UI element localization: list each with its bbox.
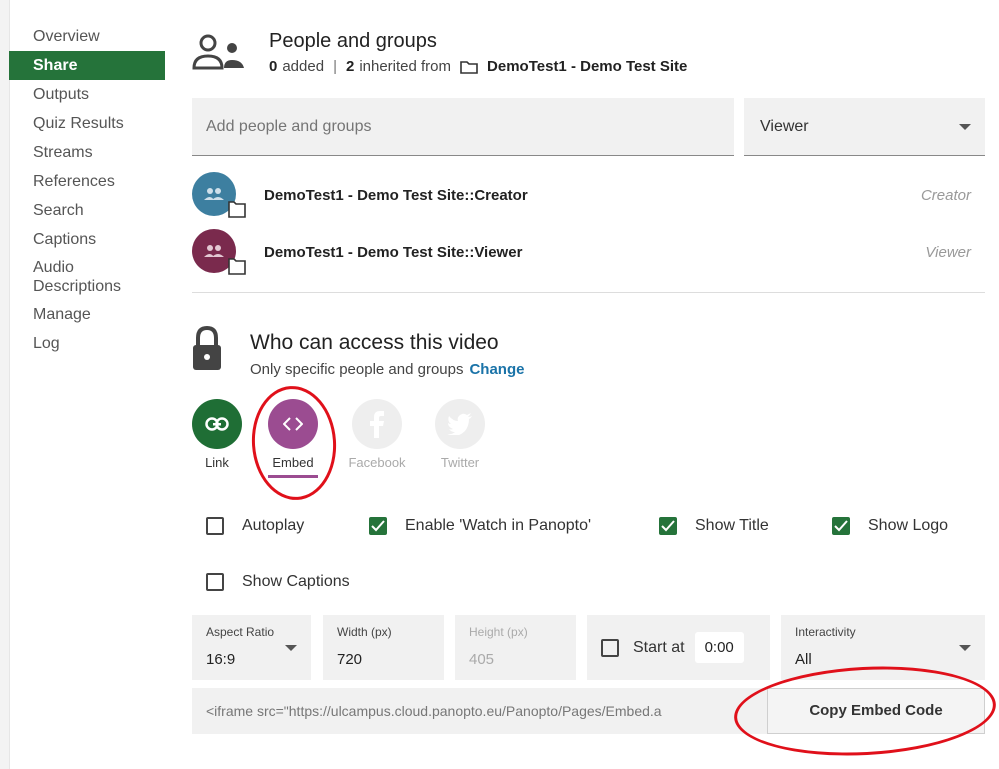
aspect-ratio-value: 16:9 xyxy=(206,651,236,668)
sidebar-item-search[interactable]: Search xyxy=(9,196,165,225)
show-title-option[interactable]: Show Title xyxy=(659,517,769,535)
facebook-icon xyxy=(370,411,384,438)
twitter-share-button[interactable] xyxy=(435,399,485,449)
group-avatar-creator xyxy=(192,172,248,218)
group-role-creator: Creator xyxy=(920,187,971,204)
sidebar-nav: Overview Share Outputs Quiz Results Stre… xyxy=(9,22,165,358)
show-title-label: Show Title xyxy=(695,517,769,534)
copy-embed-code-button[interactable]: Copy Embed Code xyxy=(767,688,985,734)
added-count: 0 xyxy=(269,58,278,75)
embed-code-field[interactable]: <iframe src="https://ulcampus.cloud.pano… xyxy=(192,688,767,734)
folder-icon xyxy=(460,60,478,74)
checkmark-icon xyxy=(371,520,385,532)
people-icon xyxy=(192,34,248,74)
watch-in-panopto-option[interactable]: Enable 'Watch in Panopto' xyxy=(369,517,591,535)
access-subtitle: Only specific people and groups xyxy=(250,361,464,378)
aspect-ratio-select[interactable]: Aspect Ratio 16:9 xyxy=(192,615,311,680)
show-captions-checkbox[interactable] xyxy=(206,573,224,591)
height-value: 405 xyxy=(469,651,495,668)
access-subtitle-row: Only specific people and groups Change xyxy=(250,361,524,378)
sidebar-item-outputs[interactable]: Outputs xyxy=(9,80,165,109)
sidebar-item-quiz-results[interactable]: Quiz Results xyxy=(9,109,165,138)
add-people-input[interactable] xyxy=(192,98,734,155)
chevron-down-icon xyxy=(959,124,971,130)
group-name-creator: DemoTest1 - Demo Test Site::Creator xyxy=(264,187,528,204)
interactivity-label: Interactivity xyxy=(795,625,856,639)
checkmark-icon xyxy=(834,520,848,532)
sidebar-item-streams[interactable]: Streams xyxy=(9,138,165,167)
group-name-viewer: DemoTest1 - Demo Test Site::Viewer xyxy=(264,244,523,261)
added-text: added xyxy=(282,58,325,75)
group-avatar-viewer xyxy=(192,229,248,275)
code-icon xyxy=(283,417,303,431)
sidebar-item-share[interactable]: Share xyxy=(9,51,165,80)
sidebar-item-log[interactable]: Log xyxy=(9,329,165,358)
width-field[interactable]: Width (px) 720 xyxy=(323,615,444,680)
interactivity-select[interactable]: Interactivity All xyxy=(781,615,985,680)
lock-icon xyxy=(192,325,222,372)
start-at-checkbox[interactable] xyxy=(601,638,619,657)
summary-separator: | xyxy=(333,58,337,75)
link-share-label: Link xyxy=(205,455,229,470)
twitter-icon xyxy=(447,413,472,435)
inherited-text: inherited from xyxy=(359,58,452,75)
show-logo-checkbox[interactable] xyxy=(832,517,850,535)
facebook-share-label: Facebook xyxy=(348,455,406,470)
embed-share-label: Embed xyxy=(272,455,314,470)
inherited-count: 2 xyxy=(345,58,355,75)
autoplay-label: Autoplay xyxy=(242,517,305,534)
show-captions-option[interactable]: Show Captions xyxy=(206,573,350,591)
sidebar-item-overview[interactable]: Overview xyxy=(9,22,165,51)
role-select[interactable]: Viewer xyxy=(744,98,985,156)
people-summary: 0 added | 2 inherited from DemoTest1 - D… xyxy=(269,58,687,75)
show-captions-label: Show Captions xyxy=(242,573,350,590)
chevron-down-icon xyxy=(959,645,971,651)
chevron-down-icon xyxy=(285,645,297,651)
facebook-share-button[interactable] xyxy=(352,399,402,449)
watch-in-panopto-label: Enable 'Watch in Panopto' xyxy=(405,517,592,534)
twitter-share-label: Twitter xyxy=(440,455,480,470)
height-field: Height (px) 405 xyxy=(455,615,576,680)
sidebar-item-references[interactable]: References xyxy=(9,167,165,196)
sidebar-item-audio-descriptions[interactable]: Audio Descriptions xyxy=(9,254,165,300)
group-role-viewer: Viewer xyxy=(925,244,971,261)
start-at-input[interactable]: 0:00 xyxy=(694,632,744,663)
sidebar-item-manage[interactable]: Manage xyxy=(9,300,165,329)
start-at-field: Start at 0:00 xyxy=(587,615,770,680)
embed-selected-underline xyxy=(268,475,318,478)
inherited-site-name: DemoTest1 - Demo Test Site xyxy=(487,58,688,75)
show-logo-option[interactable]: Show Logo xyxy=(832,517,948,535)
change-access-link[interactable]: Change xyxy=(469,361,524,378)
role-select-value: Viewer xyxy=(760,118,809,135)
sidebar-item-captions[interactable]: Captions xyxy=(9,225,165,254)
interactivity-value: All xyxy=(795,651,812,668)
show-title-checkbox[interactable] xyxy=(659,517,677,535)
link-share-button[interactable] xyxy=(192,399,242,449)
checkmark-icon xyxy=(661,520,675,532)
link-icon xyxy=(205,417,229,431)
watch-in-panopto-checkbox[interactable] xyxy=(369,517,387,535)
width-label: Width (px) xyxy=(337,625,392,639)
autoplay-option[interactable]: Autoplay xyxy=(206,517,304,535)
embed-share-button[interactable] xyxy=(268,399,318,449)
add-people-field xyxy=(192,98,734,156)
show-logo-label: Show Logo xyxy=(868,517,949,534)
people-groups-title: People and groups xyxy=(269,30,437,52)
access-title: Who can access this video xyxy=(250,331,499,354)
width-value: 720 xyxy=(337,651,363,668)
section-divider xyxy=(192,292,985,293)
height-label: Height (px) xyxy=(469,625,528,639)
start-at-label: Start at xyxy=(633,638,685,656)
autoplay-checkbox[interactable] xyxy=(206,517,224,535)
aspect-ratio-label: Aspect Ratio xyxy=(206,625,275,639)
